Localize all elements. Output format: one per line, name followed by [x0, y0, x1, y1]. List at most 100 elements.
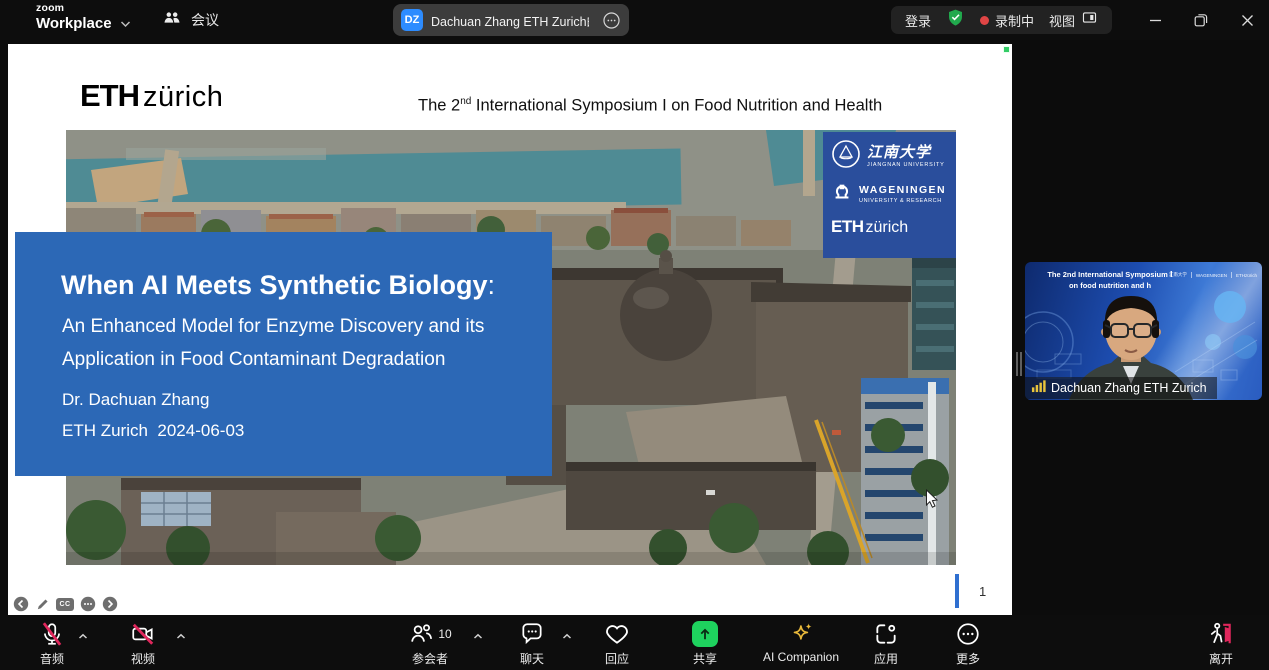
close-button[interactable]: [1238, 11, 1256, 29]
leave-door-icon: [1208, 621, 1234, 647]
meeting-tab-label: 会议: [191, 10, 219, 30]
thumb-logo-wageningen: WAGENINGEN: [1196, 273, 1227, 278]
tab-meeting[interactable]: 会议: [162, 8, 219, 31]
zoom-window: zoom Workplace 会议 DZ Dachuan Zhang ETH Z…: [0, 0, 1269, 670]
participants-icon: [408, 621, 434, 647]
participants-button[interactable]: 10 参会者: [408, 620, 451, 667]
video-button[interactable]: 视频: [130, 620, 156, 667]
previous-slide-button[interactable]: [13, 596, 29, 612]
speaker-name-bar: Dachuan Zhang ETH Zurich: [1025, 377, 1217, 399]
participants-count: 10: [438, 627, 451, 641]
audio-button[interactable]: 音频: [39, 620, 65, 667]
zoom-logo-text: zoom: [36, 3, 112, 14]
thumb-bg-logos: 江南大学 WAGENINGEN ETHzürich: [1169, 272, 1257, 278]
meeting-info-ellipsis-icon[interactable]: [602, 11, 621, 30]
wageningen-main-text: WAGENINGEN: [859, 185, 946, 196]
thumb-logo-jiangnan: 江南大学: [1169, 272, 1187, 278]
presentation-controls: CC: [13, 596, 118, 612]
mouse-cursor: [925, 489, 940, 514]
eth-white-logo: ETHzürich: [831, 217, 948, 237]
slide-page-number: 1: [979, 584, 986, 599]
minimize-button[interactable]: [1146, 11, 1164, 29]
more-label: 更多: [956, 650, 980, 667]
more-ellipsis-icon: [955, 621, 981, 647]
jiangnan-en-text: JIANGNAN UNIVERSITY: [867, 162, 945, 168]
jiangnan-cn-text: 江南大学: [867, 145, 945, 160]
jiangnan-seal-icon: [831, 139, 861, 174]
slideshow-more-button[interactable]: [80, 596, 96, 612]
speaker-video-thumbnail[interactable]: The 2nd International Symposium Ⅰ on foo…: [1025, 262, 1262, 400]
reactions-label: 回应: [605, 650, 629, 667]
eth-zurich-logo: ETHzürich: [80, 78, 223, 114]
leave-button[interactable]: 离开: [1208, 620, 1234, 667]
chat-options-chevron[interactable]: [562, 627, 572, 645]
slide-partner-logos-box: 江南大学 JIANGNAN UNIVERSITY WAGENINGEN UNIV…: [823, 132, 956, 258]
chat-icon: [519, 621, 545, 647]
slide-title-text: When AI Meets Synthetic Biology: [61, 270, 488, 300]
camera-muted-icon: [130, 621, 156, 647]
video-panel-drag-handle[interactable]: [1016, 343, 1023, 385]
wageningen-logo: WAGENINGEN UNIVERSITY & RESEARCH: [831, 181, 948, 208]
thumb-bg-title: The 2nd International Symposium Ⅰ on foo…: [1041, 269, 1179, 292]
chat-button[interactable]: 聊天: [519, 620, 545, 667]
participants-label: 参会者: [412, 650, 448, 667]
slide-title-box: When AI Meets Synthetic Biology: An Enha…: [15, 232, 552, 476]
leave-label: 离开: [1209, 650, 1233, 667]
header-sup: nd: [460, 96, 471, 107]
reactions-button[interactable]: 回应: [604, 620, 630, 667]
audio-options-chevron[interactable]: [78, 627, 88, 645]
eth-logo-bold: ETH: [80, 78, 139, 113]
share-border-handle[interactable]: [1003, 46, 1010, 53]
restore-button[interactable]: [1192, 11, 1210, 29]
thumb-bg-title-line1: The 2nd International Symposium Ⅰ: [1041, 269, 1179, 280]
next-slide-button[interactable]: [102, 596, 118, 612]
more-button[interactable]: 更多: [955, 620, 981, 667]
chat-label: 聊天: [520, 650, 544, 667]
security-shield-icon[interactable]: [946, 8, 965, 32]
slide-scroll-indicator[interactable]: [955, 574, 959, 608]
recording-label: 录制中: [995, 11, 1034, 30]
audio-level-icon: [1031, 378, 1046, 398]
eth-white-light: zürich: [866, 219, 909, 236]
slide-title: When AI Meets Synthetic Biology:: [61, 270, 495, 301]
meeting-title-pill[interactable]: DZ Dachuan Zhang ETH Zurich的屏幕: [393, 4, 629, 36]
shared-screen: ETHzürich The 2nd International Symposiu…: [8, 44, 1012, 615]
captions-button[interactable]: CC: [56, 598, 74, 611]
view-label: 视图: [1049, 11, 1075, 30]
participants-options-chevron[interactable]: [473, 627, 483, 645]
header-pre: The 2: [418, 97, 460, 115]
header-post: International Symposium I on Food Nutrit…: [471, 97, 882, 115]
login-button[interactable]: 登录: [905, 11, 931, 30]
video-options-chevron[interactable]: [176, 627, 186, 645]
view-button[interactable]: 视图: [1049, 9, 1098, 31]
apps-label: 应用: [874, 650, 898, 667]
slide-subtitle-line2: Application in Food Contaminant Degradat…: [62, 349, 445, 371]
slide-author: Dr. Dachuan Zhang: [62, 390, 209, 410]
apps-button[interactable]: 应用: [873, 620, 899, 667]
chevron-down-icon[interactable]: [120, 15, 131, 33]
ai-companion-label: AI Companion: [763, 650, 839, 664]
record-dot-icon: [980, 16, 989, 25]
eth-logo-light: zürich: [143, 81, 223, 113]
titlebar-status-group: 登录 录制中 视图: [891, 6, 1112, 34]
meeting-toolbar: 音频 视频 10 参会者 聊天 回应 共享: [0, 615, 1269, 670]
eth-white-bold: ETH: [831, 217, 864, 236]
meeting-title: Dachuan Zhang ETH Zurich的屏幕: [431, 11, 589, 30]
audio-label: 音频: [40, 650, 64, 667]
share-label: 共享: [693, 650, 717, 667]
pen-tool-icon[interactable]: [35, 597, 50, 612]
ai-companion-button[interactable]: AI Companion: [763, 620, 839, 664]
jiangnan-logo: 江南大学 JIANGNAN UNIVERSITY: [831, 139, 948, 174]
wageningen-sub-text: UNIVERSITY & RESEARCH: [859, 198, 946, 204]
recording-indicator[interactable]: 录制中: [980, 11, 1034, 30]
share-button[interactable]: 共享: [692, 620, 718, 667]
people-icon: [162, 8, 182, 31]
titlebar: zoom Workplace 会议 DZ Dachuan Zhang ETH Z…: [0, 0, 1269, 40]
share-screen-icon: [692, 621, 718, 647]
speaker-name: Dachuan Zhang ETH Zurich: [1051, 381, 1207, 395]
meeting-avatar-badge: DZ: [401, 9, 423, 31]
mic-muted-icon: [39, 621, 65, 647]
view-layout-icon: [1081, 9, 1098, 31]
slide-subtitle-line1: An Enhanced Model for Enzyme Discovery a…: [62, 316, 484, 338]
content-area: ETHzürich The 2nd International Symposiu…: [0, 40, 1269, 615]
